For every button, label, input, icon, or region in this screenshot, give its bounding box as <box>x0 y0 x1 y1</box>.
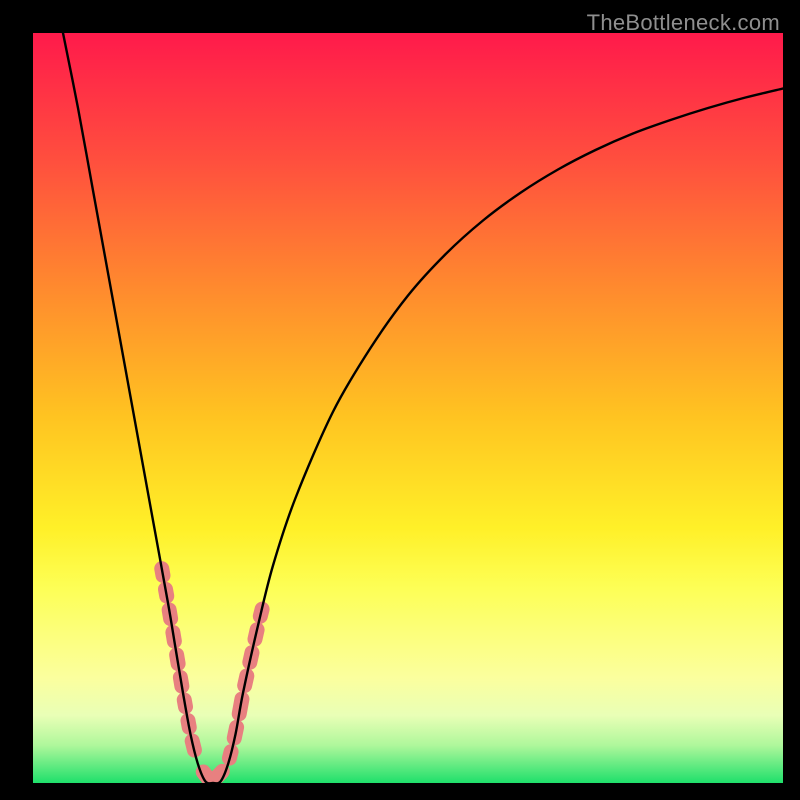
highlight-markers <box>153 560 271 783</box>
plot-area <box>33 33 783 783</box>
watermark-text: TheBottleneck.com <box>587 10 780 36</box>
chart-frame: TheBottleneck.com <box>0 0 800 800</box>
bottleneck-curve <box>63 33 783 783</box>
chart-canvas <box>33 33 783 783</box>
